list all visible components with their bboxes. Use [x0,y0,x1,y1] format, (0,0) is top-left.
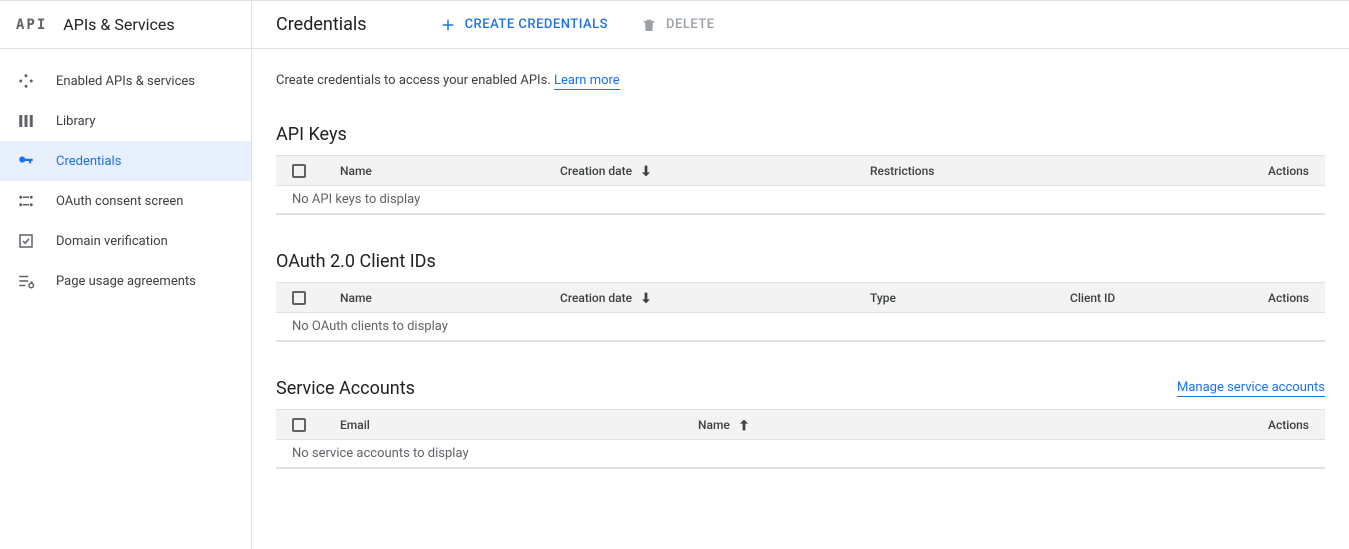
create-credentials-label: CREATE CREDENTIALS [465,17,608,32]
nav-label: Page usage agreements [56,274,196,289]
col-actions-label: Actions [1268,418,1309,432]
page-title: Credentials [276,14,367,35]
trash-icon [640,16,658,34]
service-accounts-section: Service Accounts Manage service accounts… [276,378,1325,469]
col-type[interactable]: Type [870,291,1070,305]
plus-icon [439,16,457,34]
col-name[interactable]: Name [340,291,560,305]
learn-more-link[interactable]: Learn more [554,73,620,90]
api-keys-title: API Keys [276,124,347,145]
col-actions: Actions [1229,418,1309,432]
content: Create credentials to access your enable… [252,49,1349,529]
select-all-checkbox[interactable] [292,291,306,305]
main: Credentials CREATE CREDENTIALS DELETE Cr… [252,1,1349,549]
col-actions: Actions [1229,164,1309,178]
sidebar: API APIs & Services Enabled APIs & servi… [0,1,252,549]
col-date-label: Creation date [560,291,632,305]
col-email[interactable]: Email [340,418,698,432]
service-accounts-title: Service Accounts [276,378,415,399]
oauth-clients-section: OAuth 2.0 Client IDs Name Creation date … [276,251,1325,342]
col-name-label: Name [698,418,730,432]
col-client-label: Client ID [1070,291,1115,305]
select-all-checkbox[interactable] [292,164,306,178]
library-icon [16,111,36,131]
col-actions-label: Actions [1268,291,1309,305]
topbar: Credentials CREATE CREDENTIALS DELETE [252,1,1349,49]
sidebar-title: APIs & Services [63,15,174,34]
sort-desc-icon [638,290,654,306]
oauth-header-row: Name Creation date Type Client ID Action… [276,283,1325,313]
consent-icon [16,191,36,211]
col-restrict-label: Restrictions [870,164,934,178]
nav-enabled-apis[interactable]: Enabled APIs & services [0,61,251,101]
api-logo: API [16,17,47,33]
nav-oauth-consent[interactable]: OAuth consent screen [0,181,251,221]
nav-page-usage[interactable]: Page usage agreements [0,261,251,301]
col-creation-date[interactable]: Creation date [560,163,870,179]
key-icon [16,151,36,171]
api-keys-section: API Keys Name Creation date Restrictions [276,124,1325,215]
nav-label: Domain verification [56,234,168,249]
col-actions-label: Actions [1268,164,1309,178]
create-credentials-button[interactable]: CREATE CREDENTIALS [439,16,608,34]
sort-desc-icon [638,163,654,179]
col-type-label: Type [870,291,896,305]
col-email-label: Email [340,418,370,432]
nav-label: Credentials [56,154,121,169]
manage-service-accounts-link[interactable]: Manage service accounts [1177,380,1325,397]
sa-header-row: Email Name Actions [276,410,1325,440]
nav-domain-verification[interactable]: Domain verification [0,221,251,261]
col-name[interactable]: Name [340,164,560,178]
nav-label: Library [56,114,95,129]
select-all-checkbox[interactable] [292,418,306,432]
col-creation-date[interactable]: Creation date [560,290,870,306]
col-name-label: Name [340,164,372,178]
service-accounts-table: Email Name Actions No service accounts t… [276,409,1325,469]
oauth-empty: No OAuth clients to display [276,313,1325,341]
agreements-icon [16,271,36,291]
nav-label: Enabled APIs & services [56,74,195,89]
col-actions: Actions [1229,291,1309,305]
col-name[interactable]: Name [698,417,1229,433]
delete-button[interactable]: DELETE [640,16,715,34]
sidebar-header: API APIs & Services [0,1,251,49]
enabled-apis-icon [16,71,36,91]
intro-text: Create credentials to access your enable… [276,73,1325,88]
api-keys-table: Name Creation date Restrictions Actions … [276,155,1325,215]
col-date-label: Creation date [560,164,632,178]
api-keys-header-row: Name Creation date Restrictions Actions [276,156,1325,186]
intro-prefix: Create credentials to access your enable… [276,73,554,88]
sidebar-nav: Enabled APIs & services Library Credenti… [0,49,251,301]
sort-asc-icon [736,417,752,433]
sa-empty: No service accounts to display [276,440,1325,468]
oauth-clients-table: Name Creation date Type Client ID Action… [276,282,1325,342]
nav-label: OAuth consent screen [56,194,183,209]
nav-library[interactable]: Library [0,101,251,141]
col-client-id[interactable]: Client ID [1070,291,1229,305]
oauth-clients-title: OAuth 2.0 Client IDs [276,251,436,272]
nav-credentials[interactable]: Credentials [0,141,251,181]
verification-icon [16,231,36,251]
delete-label: DELETE [666,17,715,32]
api-keys-empty: No API keys to display [276,186,1325,214]
col-name-label: Name [340,291,372,305]
col-restrictions[interactable]: Restrictions [870,164,1229,178]
